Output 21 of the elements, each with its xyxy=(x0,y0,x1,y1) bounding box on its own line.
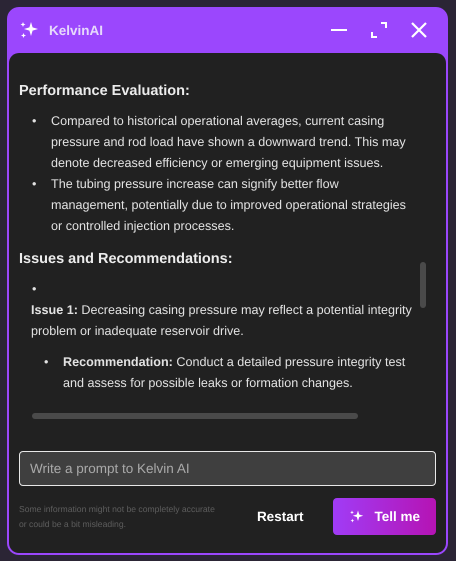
section-heading: Performance Evaluation: xyxy=(19,83,191,99)
restart-button[interactable]: Restart xyxy=(238,498,322,535)
sparkle-icon xyxy=(349,509,364,524)
response-text: Issue 1: Decreasing casing pressure may reflect a potential integrity problem or inadequate reservoir drive. xyxy=(31,302,413,340)
scrollbar-thumb[interactable] xyxy=(32,413,358,419)
sparkle-icon xyxy=(19,20,39,40)
prompt-field[interactable]: Write a prompt to Kelvin AI xyxy=(19,451,436,486)
bullet: • xyxy=(43,354,50,371)
disclaimer-text: Some information might not be completely accurate or could be a bit misleading. xyxy=(19,502,216,531)
response-text: Recommendation: Conduct a detailed pressure integrity test and assess for possible leaks or formation changes. xyxy=(63,354,406,392)
response-text: The tubing pressure increase can signify better flow management, potentially due to improved operational strategies or controlled injection processes. xyxy=(51,176,407,235)
expand-button[interactable] xyxy=(368,19,390,41)
minimize-icon xyxy=(331,29,347,31)
window-title: KelvinAI xyxy=(49,22,104,38)
tell-me-button[interactable]: Tell me xyxy=(333,498,436,535)
scrollbar-thumb[interactable] xyxy=(420,262,426,308)
bullet: • xyxy=(31,281,38,298)
bullet: • xyxy=(31,113,38,130)
section-heading: Issues and Recommendations: xyxy=(19,251,234,267)
response-text: Compared to historical operational averages, current casing pressure and rod load have shown a downward trend. This may denote decreased efficiency or emerging equipment issues. xyxy=(51,113,407,172)
bullet: • xyxy=(31,176,38,193)
